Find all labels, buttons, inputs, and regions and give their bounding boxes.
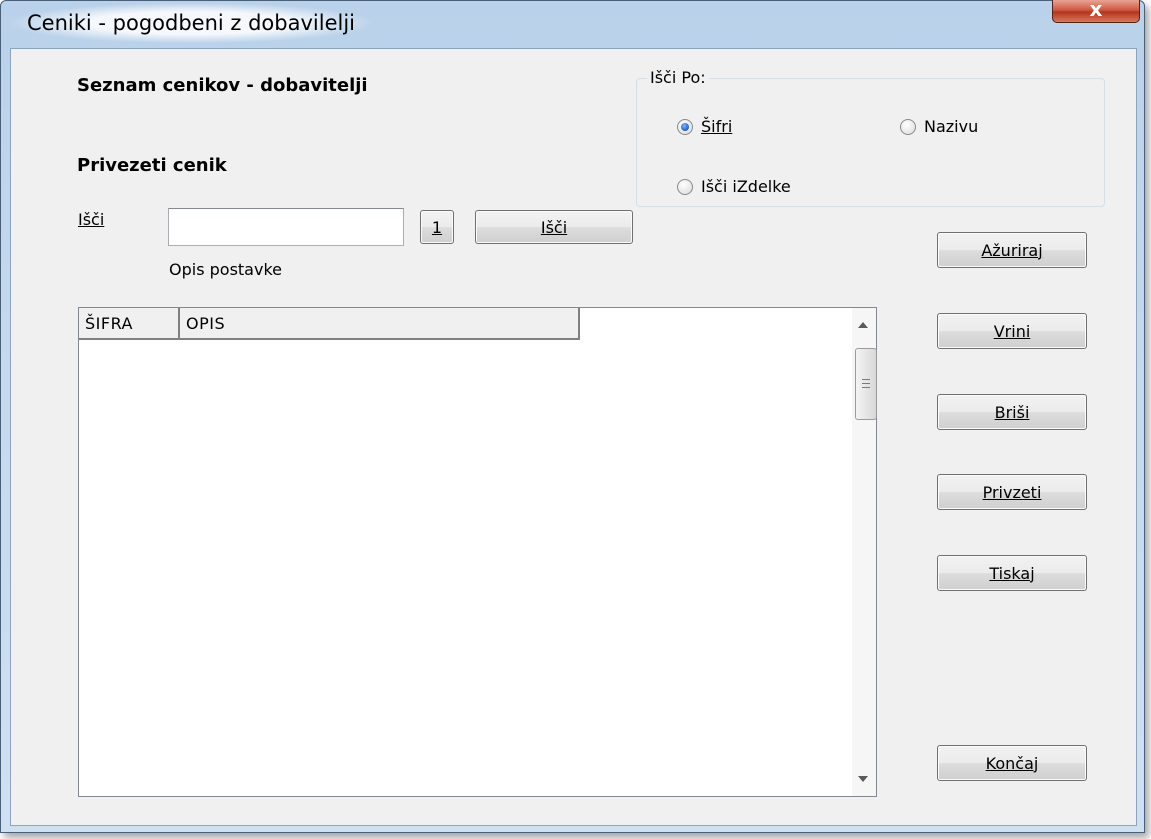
radio-unchecked-icon: [677, 178, 693, 195]
search-hint: Opis postavke: [169, 260, 282, 279]
close-icon: x: [1089, 0, 1103, 21]
delete-button[interactable]: Briši: [937, 394, 1087, 430]
update-button[interactable]: Ažuriraj: [937, 232, 1087, 268]
adopt-button[interactable]: Privzeti: [937, 474, 1087, 510]
radio-nazivu[interactable]: Nazivu: [900, 117, 978, 136]
insert-button[interactable]: Vrini: [937, 313, 1087, 349]
search-by-title: Išči Po:: [647, 68, 709, 87]
scroll-down-icon[interactable]: [858, 776, 868, 782]
search-input[interactable]: [168, 208, 404, 246]
finish-button[interactable]: Končaj: [937, 745, 1087, 781]
search-button[interactable]: Išči: [475, 210, 633, 244]
window-title: Ceniki - pogodbeni z dobavilelji: [11, 3, 372, 43]
radio-isci-izdelke[interactable]: Išči iZdelke: [677, 177, 791, 196]
number-button[interactable]: 1: [420, 210, 454, 244]
scroll-up-icon[interactable]: [858, 322, 868, 328]
scroll-thumb[interactable]: [855, 348, 877, 420]
price-list-grid[interactable]: ŠIFRA OPIS: [78, 307, 877, 797]
search-label: Išči: [78, 210, 105, 229]
list-heading: Seznam cenikov - dobavitelji: [77, 75, 368, 96]
dialog-window: Ceniki - pogodbeni z dobavilelji x Sezna…: [0, 0, 1145, 833]
print-button[interactable]: Tiskaj: [937, 555, 1087, 591]
radio-checked-icon: [677, 118, 693, 135]
search-by-group: Išči Po: Šifri Nazivu Išči iZdelke: [636, 68, 1105, 207]
radio-unchecked-icon: [900, 118, 916, 135]
subheading: Privezeti cenik: [77, 155, 227, 176]
dialog-client-area: Seznam cenikov - dobavitelji Privezeti c…: [10, 48, 1137, 826]
vertical-scrollbar[interactable]: [852, 308, 877, 796]
close-button[interactable]: x: [1052, 0, 1140, 23]
grid-header: ŠIFRA OPIS: [79, 308, 580, 342]
column-header-sifra[interactable]: ŠIFRA: [79, 308, 180, 340]
column-header-opis[interactable]: OPIS: [180, 308, 580, 340]
radio-sifri[interactable]: Šifri: [677, 117, 732, 136]
